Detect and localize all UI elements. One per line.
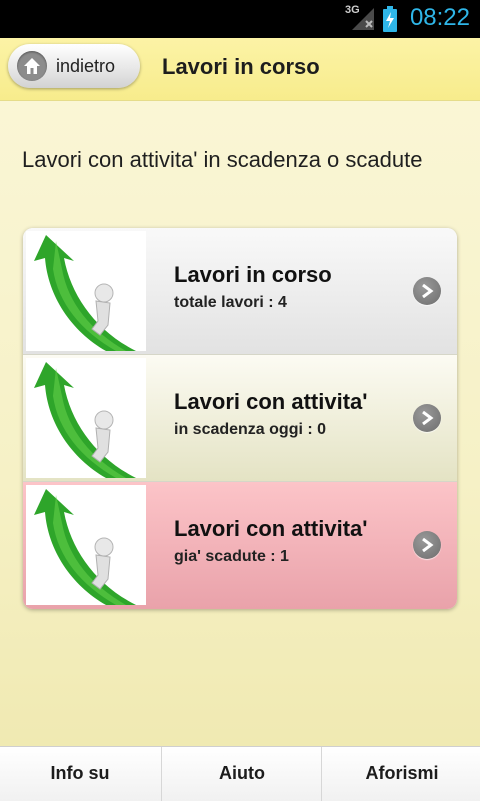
back-button[interactable]: indietro — [8, 44, 140, 88]
list-item-subtitle: in scadenza oggi : 0 — [174, 421, 327, 438]
chevron-right-icon — [413, 531, 441, 559]
jobs-list: Lavori in corso totale lavori : 4 Lavori… — [23, 228, 457, 609]
list-item-title: Lavori con attivita' — [174, 389, 368, 414]
list-item-title: Lavori con attivita' — [174, 516, 368, 541]
list-item-subtitle: gia' scadute : 1 — [174, 548, 289, 565]
chevron-right-icon — [413, 404, 441, 432]
tab-aforismi[interactable]: Aforismi — [321, 747, 480, 801]
battery-charging-icon — [383, 6, 397, 32]
chevron-right-icon — [413, 277, 441, 305]
list-item-title: Lavori in corso — [174, 262, 332, 287]
progress-arrow-icon — [26, 485, 146, 605]
list-item-subtitle: totale lavori : 4 — [174, 294, 287, 311]
list-item-gia-scadute[interactable]: Lavori con attivita' gia' scadute : 1 — [23, 482, 457, 609]
tab-aiuto[interactable]: Aiuto — [161, 747, 322, 801]
header: indietro Lavori in corso — [0, 38, 480, 101]
section-heading: Lavori con attivita' in scadenza o scadu… — [22, 147, 423, 172]
signal-icon — [352, 8, 374, 30]
list-item-lavori-in-corso[interactable]: Lavori in corso totale lavori : 4 — [23, 228, 457, 354]
bottom-tab-bar: Info su Aiuto Aforismi — [0, 746, 480, 801]
clock: 08:22 — [409, 4, 470, 31]
list-item-in-scadenza-oggi[interactable]: Lavori con attivita' in scadenza oggi : … — [23, 355, 457, 481]
page-title: Lavori in corso — [162, 54, 320, 79]
home-icon — [17, 51, 47, 81]
back-button-label: indietro — [56, 56, 116, 76]
progress-arrow-icon — [26, 231, 146, 351]
progress-arrow-icon — [26, 358, 146, 478]
status-bar: 3G 08:22 — [0, 0, 480, 38]
tab-info[interactable]: Info su — [0, 747, 160, 801]
